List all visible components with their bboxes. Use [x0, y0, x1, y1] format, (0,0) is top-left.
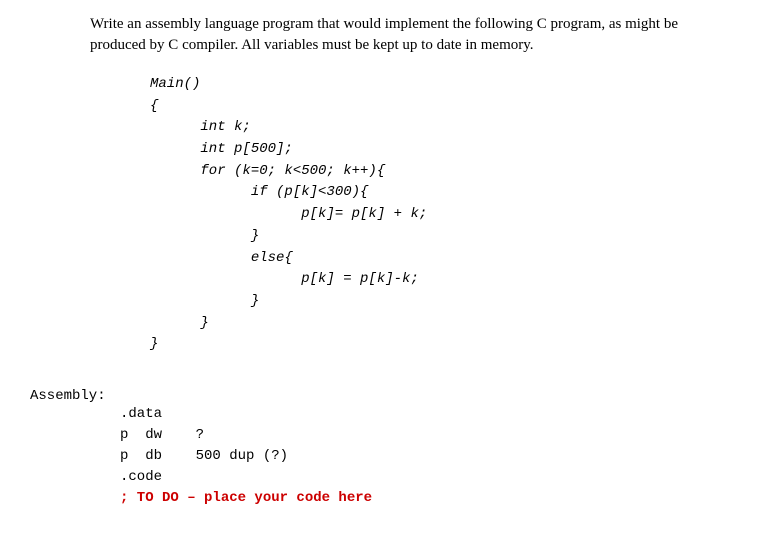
code-line: p dw ?	[120, 425, 754, 446]
assembly-label: Assembly:	[30, 388, 754, 404]
code-line: int p[500];	[150, 139, 754, 161]
code-line: p db 500 dup (?)	[120, 446, 754, 467]
code-line: for (k=0; k<500; k++){	[150, 161, 754, 183]
code-line: }	[150, 313, 754, 335]
code-line: int k;	[150, 117, 754, 139]
code-line: Main()	[150, 74, 754, 96]
code-line: .data	[120, 404, 754, 425]
code-line: if (p[k]<300){	[150, 182, 754, 204]
code-line: }	[150, 334, 754, 356]
code-line: p[k]= p[k] + k;	[150, 204, 754, 226]
todo-comment: ; TO DO – place your code here	[120, 488, 754, 509]
code-line: {	[150, 96, 754, 118]
code-line: p[k] = p[k]-k;	[150, 269, 754, 291]
code-line: }	[150, 226, 754, 248]
c-code-block: Main() { int k; int p[500]; for (k=0; k<…	[150, 74, 754, 356]
problem-statement: Write an assembly language program that …	[90, 14, 724, 56]
code-line: else{	[150, 248, 754, 270]
assembly-code-block: .data p dw ? p db 500 dup (?) .code ; TO…	[120, 404, 754, 509]
document-container: Write an assembly language program that …	[0, 0, 764, 519]
code-line: .code	[120, 467, 754, 488]
code-line: }	[150, 291, 754, 313]
